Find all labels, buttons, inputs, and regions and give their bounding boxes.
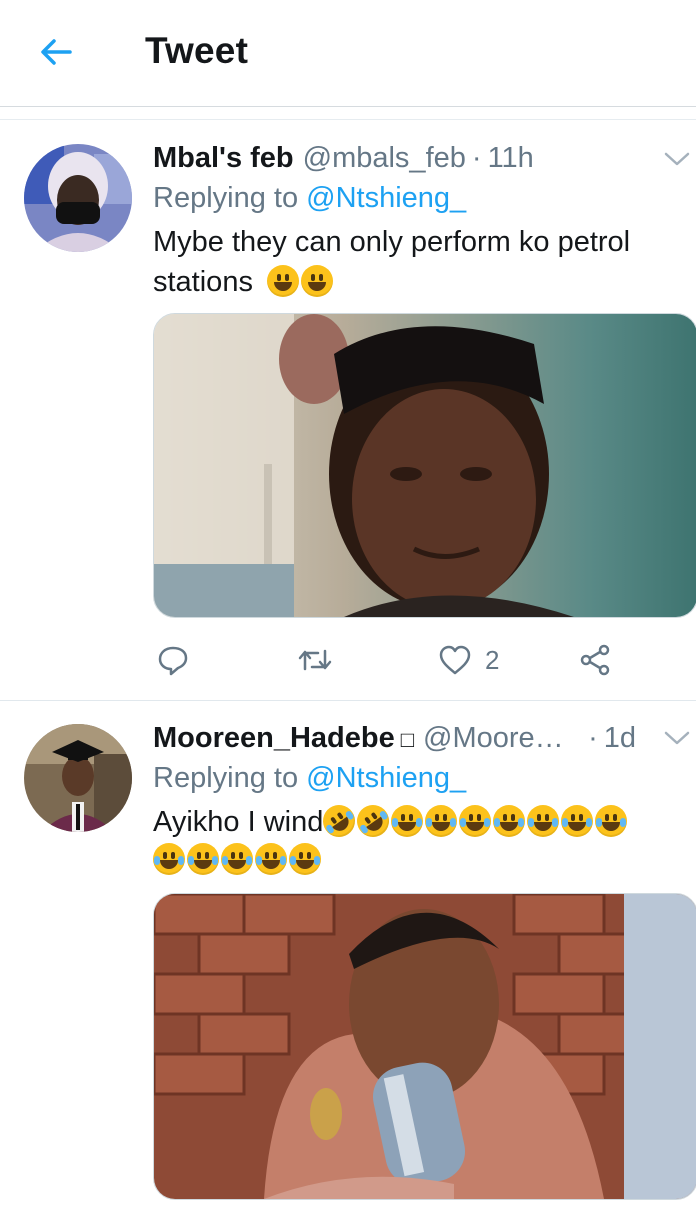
tweet-text-line: Mybe they can only perform ko petrol: [153, 226, 631, 258]
header-divider: [0, 106, 696, 107]
tweet-item[interactable]: Mooreen_Hadebe □ @Mooreen... · 1d Replyi…: [0, 701, 696, 1226]
timestamp[interactable]: 1d: [604, 722, 636, 755]
share-icon: [580, 644, 610, 676]
replying-label: Replying to: [153, 182, 299, 214]
grinning-face-emoji-icon: [267, 265, 300, 297]
tweet-header: Mooreen_Hadebe □ @Mooreen... · 1d: [153, 722, 636, 760]
like-count: 2: [485, 644, 500, 675]
chevron-down-icon: [664, 152, 690, 166]
tweet-text: Mybe they can only perform ko petrol sta…: [153, 222, 673, 302]
tears-of-joy-emoji-icon: [595, 805, 628, 837]
like-icon: [439, 645, 471, 675]
back-button[interactable]: [34, 30, 78, 74]
tears-of-joy-emoji-icon: [153, 843, 185, 875]
tweet-text-word: Ayikho I wind: [153, 806, 324, 838]
tweet-menu-button[interactable]: [662, 144, 692, 174]
share-button[interactable]: [579, 638, 611, 682]
retweet-button[interactable]: [297, 638, 333, 682]
user-handle[interactable]: @Mooreen...: [423, 722, 574, 755]
tweet-text-line-2: stations: [153, 262, 673, 302]
rofl-emoji-icon: [351, 798, 396, 844]
retweet-icon: [298, 649, 332, 671]
tears-of-joy-emoji-icon: [425, 805, 458, 837]
tears-of-joy-emoji-icon: [255, 843, 287, 875]
reply-mention-link[interactable]: @Ntshieng_: [306, 182, 466, 214]
tweet-menu-button[interactable]: [662, 723, 692, 753]
tears-of-joy-emoji-icon: [459, 805, 492, 837]
avatar-image: [24, 724, 132, 832]
separator-dot: ·: [588, 722, 598, 754]
display-name[interactable]: Mbal's feb: [153, 142, 294, 175]
tweet-header: Mbal's feb @mbals_feb · 11h: [153, 142, 636, 180]
tears-of-joy-emoji-icon: [289, 843, 321, 875]
tears-of-joy-emoji-icon: [527, 805, 560, 837]
page-title: Tweet: [145, 30, 249, 71]
top-bar: Tweet: [0, 0, 696, 106]
tweet-actions: 2: [153, 638, 673, 682]
tweet-thread-screen: Tweet Mbal's feb @mbals_feb · 11h Replyi…: [0, 0, 696, 1226]
tears-of-joy-emoji-icon: [187, 843, 219, 875]
display-name[interactable]: Mooreen_Hadebe: [153, 722, 395, 755]
tears-of-joy-emoji-icon: [493, 805, 526, 837]
tweet-media-image[interactable]: [153, 893, 696, 1200]
rofl-emoji-icon: [317, 798, 362, 844]
tweet-text-word: stations: [153, 266, 253, 298]
media-photo: [154, 894, 696, 1199]
replying-to: Replying to @Ntshieng_: [153, 762, 466, 795]
grinning-face-emoji-icon: [301, 265, 334, 297]
separator-dot: ·: [471, 142, 482, 174]
media-photo: [154, 314, 696, 617]
tears-of-joy-emoji-icon: [221, 843, 253, 875]
tweet-item[interactable]: Mbal's feb @mbals_feb · 11h Replying to …: [0, 120, 696, 700]
reply-button[interactable]: [157, 638, 189, 682]
avatar[interactable]: [24, 724, 132, 832]
avatar[interactable]: [24, 144, 132, 252]
tears-of-joy-emoji-icon: [561, 805, 594, 837]
reply-icon: [158, 646, 188, 676]
tweet-media-image[interactable]: [153, 313, 696, 618]
tweet-text: Ayikho I wind: [153, 798, 673, 880]
avatar-image: [24, 144, 132, 252]
like-button[interactable]: 2: [439, 638, 499, 682]
tears-of-joy-emoji-icon: [391, 805, 424, 837]
tweet-text-line-2: [153, 840, 673, 880]
replying-label: Replying to: [153, 762, 299, 794]
tweet-text-line: Ayikho I wind: [153, 798, 673, 844]
timestamp[interactable]: 11h: [488, 142, 534, 175]
name-symbol: □: [400, 727, 415, 752]
chevron-down-icon: [664, 731, 690, 745]
back-arrow-icon: [41, 39, 72, 65]
reply-mention-link[interactable]: @Ntshieng_: [306, 762, 466, 794]
user-handle[interactable]: @mbals_feb: [303, 142, 466, 175]
replying-to: Replying to @Ntshieng_: [153, 182, 466, 215]
